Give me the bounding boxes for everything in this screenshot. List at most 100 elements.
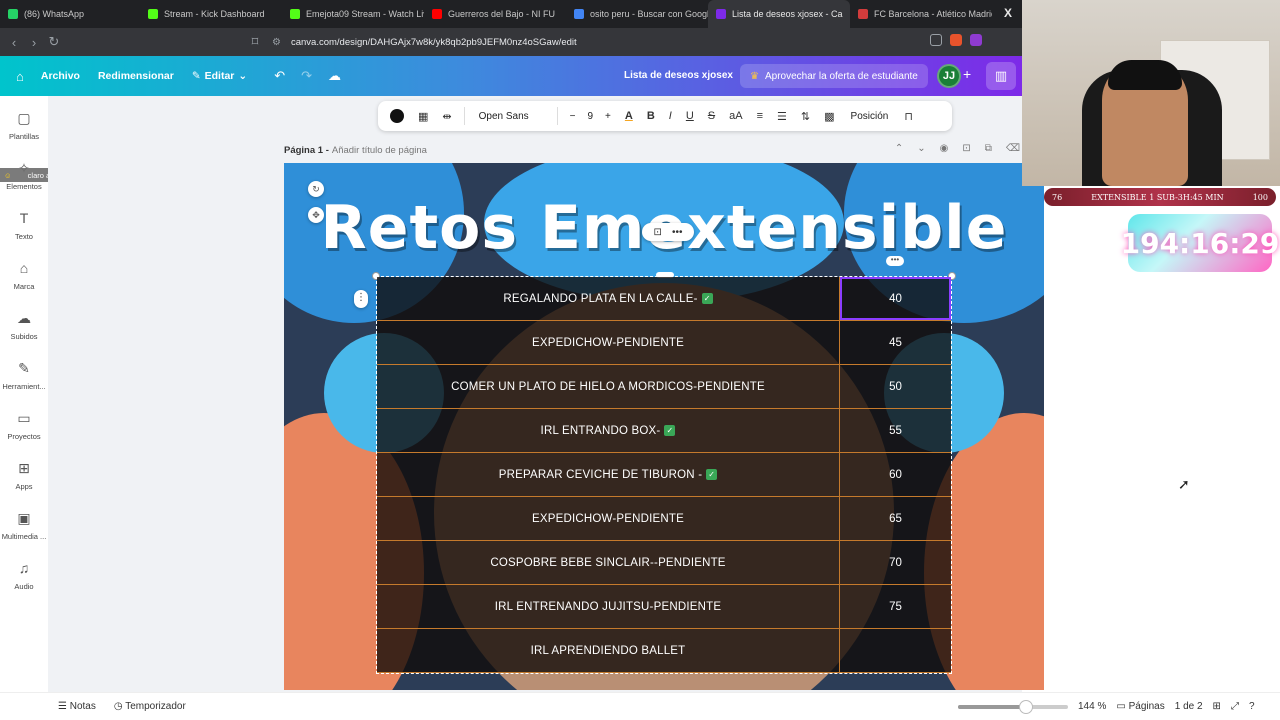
table-row[interactable]: EXPEDICHOW-PENDIENTE 65 — [377, 497, 951, 541]
cloud-save-icon[interactable]: ☁ — [320, 68, 349, 84]
editar-menu[interactable]: ✎ Editar ⌄ — [183, 70, 256, 82]
back-icon[interactable]: ‹ — [4, 35, 24, 50]
pages-button[interactable]: ▭ Páginas — [1116, 701, 1164, 712]
student-offer-button[interactable]: ♛ Aprovechar la oferta de estudiante — [740, 64, 928, 88]
add-collaborator-icon[interactable]: + — [963, 66, 971, 82]
lock-icon[interactable]: ⊡ — [654, 227, 662, 238]
sidebar-item[interactable]: ▣ Multimedia ... — [0, 510, 48, 541]
site-settings-icon[interactable]: ⚙ — [272, 37, 281, 48]
sub-count-cell[interactable]: 70 — [840, 541, 951, 584]
challenge-cell[interactable]: COSPOBRE BEBE SINCLAIR--PENDIENTE — [377, 541, 840, 584]
help-icon[interactable]: ? — [1249, 701, 1255, 712]
sidebar-item[interactable]: ♫ Audio — [0, 560, 48, 591]
sidebar-item[interactable]: ▭ Proyectos — [0, 410, 48, 441]
challenge-cell[interactable]: EXPEDICHOW-PENDIENTE — [377, 497, 840, 540]
browser-tab[interactable]: Guerreros del Bajo - NI FU — [424, 0, 566, 28]
decrease-size-icon[interactable]: − — [570, 111, 576, 122]
challenge-cell[interactable]: IRL ENTRANDO BOX- ✓ — [377, 409, 840, 452]
challenge-table[interactable]: REGALANDO PLATA EN LA CALLE- ✓ 40 EXPEDICHO… — [376, 276, 952, 674]
page-title-input[interactable]: Añadir título de página — [332, 145, 427, 156]
duplicate-icon[interactable]: ⧉ — [985, 143, 992, 154]
table-grid-icon[interactable]: ▦ — [412, 110, 434, 123]
design-canvas[interactable]: ↻ ✥ Retos Emextensible ⊡ ••• ••• ⋮ REGAL… — [284, 163, 1044, 690]
insights-button[interactable]: ▥ — [986, 62, 1016, 90]
challenge-cell[interactable]: EXPEDICHOW-PENDIENTE — [377, 321, 840, 364]
zoom-slider-knob[interactable] — [1019, 699, 1034, 714]
font-size-value[interactable]: 9 — [587, 111, 593, 122]
letter-case-icon[interactable]: aA — [723, 110, 748, 122]
sub-count-cell[interactable]: 75 — [840, 585, 951, 628]
sidebar-item[interactable]: ▢ Plantillas — [0, 110, 48, 141]
brave-shield-icon[interactable] — [950, 34, 962, 46]
x-app-icon[interactable]: X — [1004, 6, 1012, 20]
brave-rewards-icon[interactable] — [970, 34, 982, 46]
increase-size-icon[interactable]: + — [605, 111, 611, 122]
transparency-icon[interactable]: ▩ — [818, 110, 840, 123]
font-color-icon[interactable]: A — [619, 110, 639, 122]
redimensionar-button[interactable]: Redimensionar — [89, 70, 183, 82]
timer-button[interactable]: ◷ Temporizador — [114, 701, 186, 712]
challenge-cell[interactable]: IRL ENTRENANDO JUJITSU-PENDIENTE — [377, 585, 840, 628]
position-button[interactable]: Posición — [843, 111, 897, 122]
italic-icon[interactable]: I — [663, 110, 678, 122]
browser-tab[interactable]: FC Barcelona - Atlético Madrid — [850, 0, 992, 28]
sidebar-item[interactable]: ✎ Herramient... — [0, 360, 48, 391]
underline-icon[interactable]: U — [680, 110, 700, 122]
font-family-select[interactable]: Open Sans — [471, 105, 551, 127]
table-row[interactable]: PREPARAR CEVICHE DE TIBURON - ✓ 60 — [377, 453, 951, 497]
sub-count-cell[interactable]: 60 — [840, 453, 951, 496]
document-title[interactable]: Lista de deseos xjosex — [624, 70, 733, 81]
sidebar-item[interactable]: ☁ Subidos — [0, 310, 48, 341]
table-row[interactable]: IRL ENTRANDO BOX- ✓ 55 — [377, 409, 951, 453]
browser-tab[interactable]: Lista de deseos xjosex - Ca✕ — [708, 0, 850, 28]
sidebar-item[interactable]: T Texto — [0, 210, 48, 241]
sub-count-cell[interactable] — [840, 629, 951, 672]
home-icon[interactable]: ⌂ — [8, 69, 32, 84]
address-bar[interactable]: ⚙ canva.com/design/DAHGAjx7w8k/yk8qb2pb9… — [272, 33, 990, 51]
chevron-down-icon[interactable]: ⌄ — [917, 143, 925, 154]
table-row[interactable]: REGALANDO PLATA EN LA CALLE- ✓ 40 — [377, 277, 951, 321]
spacing-icon[interactable]: ⇅ — [795, 110, 816, 123]
forward-icon[interactable]: › — [24, 35, 44, 50]
browser-tab[interactable]: Emejota09 Stream - Watch Live — [282, 0, 424, 28]
table-row[interactable]: EXPEDICHOW-PENDIENTE 45 — [377, 321, 951, 365]
strikethrough-icon[interactable]: S — [702, 110, 721, 122]
sub-count-cell[interactable]: 65 — [840, 497, 951, 540]
challenge-cell[interactable]: PREPARAR CEVICHE DE TIBURON - ✓ — [377, 453, 840, 496]
table-row[interactable]: IRL ENTRENANDO JUJITSU-PENDIENTE 75 — [377, 585, 951, 629]
challenge-cell[interactable]: REGALANDO PLATA EN LA CALLE- ✓ — [377, 277, 840, 320]
redo-icon[interactable]: ↷ — [293, 68, 320, 84]
browser-tab[interactable]: Stream - Kick Dashboard — [140, 0, 282, 28]
list-icon[interactable]: ☰ — [771, 110, 793, 123]
table-row[interactable]: COSPOBRE BEBE SINCLAIR--PENDIENTE 70 — [377, 541, 951, 585]
bold-icon[interactable]: B — [641, 110, 661, 122]
sub-count-cell[interactable]: 40 — [840, 277, 951, 320]
trash-icon[interactable]: ⌫ — [1006, 143, 1020, 154]
font-size-stepper[interactable]: − 9 + — [564, 111, 617, 122]
hide-icon[interactable]: ◉ — [940, 143, 949, 154]
reload-icon[interactable]: ↻ — [44, 34, 64, 50]
table-more-icon[interactable]: ••• — [886, 256, 904, 266]
align-center-icon[interactable]: ≡ — [751, 110, 769, 122]
archivo-menu[interactable]: Archivo — [32, 70, 89, 82]
sub-count-cell[interactable]: 55 — [840, 409, 951, 452]
row-menu-icon[interactable]: ⋮ — [354, 290, 368, 308]
zoom-slider[interactable] — [958, 699, 1068, 714]
bookmark-icon[interactable]: ⌑ — [245, 34, 265, 50]
sub-count-cell[interactable]: 50 — [840, 365, 951, 408]
share-icon[interactable] — [930, 34, 942, 46]
challenge-cell[interactable]: IRL APRENDIENDO BALLET — [377, 629, 840, 672]
fullscreen-icon[interactable]: ⤢ — [1231, 701, 1239, 712]
undo-icon[interactable]: ↶ — [266, 68, 293, 84]
column-width-icon[interactable]: ⇹ — [436, 110, 457, 123]
more-icon[interactable]: ••• — [672, 227, 683, 238]
sidebar-item[interactable]: ⊞ Apps — [0, 460, 48, 491]
element-menu[interactable]: ⊡ ••• — [642, 223, 694, 241]
grid-view-icon[interactable]: ⊞ — [1213, 701, 1221, 712]
avatar[interactable]: JJ — [937, 64, 961, 88]
sub-count-cell[interactable]: 45 — [840, 321, 951, 364]
browser-tab[interactable]: (86) WhatsApp — [0, 0, 140, 28]
zoom-value[interactable]: 144 % — [1078, 701, 1106, 712]
table-row[interactable]: IRL APRENDIENDO BALLET — [377, 629, 951, 673]
paint-roller-icon[interactable]: ⊓ — [898, 110, 919, 123]
